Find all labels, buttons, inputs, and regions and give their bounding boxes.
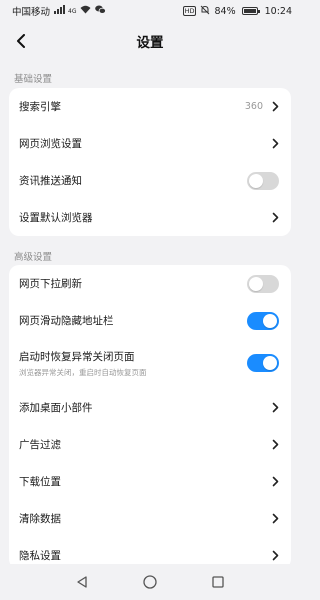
setting-row-hide-address-bar: 网页滑动隐藏地址栏 — [9, 302, 291, 339]
settings-card-advanced: 网页下拉刷新 网页滑动隐藏地址栏 启动时恢复异常关闭页面 浏览器异常关闭，重启时… — [9, 265, 291, 569]
back-triangle-icon — [77, 576, 87, 588]
recents-square-icon — [212, 576, 224, 588]
hd-badge: HD — [182, 6, 197, 16]
section-label-basic: 基础设置 — [14, 74, 53, 85]
setting-row-add-widget[interactable]: 添加桌面小部件 — [9, 389, 291, 426]
row-label: 资讯推送通知 — [19, 175, 82, 187]
row-label: 网页浏览设置 — [19, 138, 82, 150]
setting-row-web-browsing[interactable]: 网页浏览设置 — [9, 125, 291, 162]
nav-home-button[interactable] — [141, 573, 159, 591]
carrier-name: 中国移动 — [12, 7, 51, 18]
nav-recents-button[interactable] — [209, 573, 227, 591]
setting-row-search-engine[interactable]: 搜索引擎 360 — [9, 88, 291, 125]
row-sublabel: 浏览器异常关闭，重启时自动恢复页面 — [19, 367, 147, 377]
search-engine-value: 360 — [244, 101, 263, 112]
row-label: 清除数据 — [19, 513, 61, 525]
section-label-advanced: 高级设置 — [14, 252, 53, 263]
back-arrow-icon — [17, 34, 25, 48]
setting-row-ad-filter[interactable]: 广告过滤 — [9, 426, 291, 463]
status-left: 中国移动 4G — [12, 4, 107, 18]
settings-card-basic: 搜索引擎 360 网页浏览设置 资讯推送通知 设置默认浏览器 — [9, 88, 291, 236]
back-button[interactable] — [10, 30, 32, 52]
header: 设置 — [0, 24, 300, 58]
chevron-right-icon — [271, 212, 279, 224]
chevron-right-icon — [271, 513, 279, 525]
row-label: 网页下拉刷新 — [19, 278, 82, 290]
row-label: 搜索引擎 — [19, 101, 61, 113]
network-type: 4G — [68, 7, 77, 15]
chevron-right-icon — [271, 550, 279, 562]
chevron-right-icon — [271, 439, 279, 451]
system-nav-bar — [0, 564, 300, 600]
chevron-right-icon — [271, 476, 279, 488]
setting-row-restore-pages: 启动时恢复异常关闭页面 浏览器异常关闭，重启时自动恢复页面 — [9, 339, 291, 387]
setting-row-clear-data[interactable]: 清除数据 — [9, 500, 291, 537]
restore-pages-toggle[interactable] — [247, 354, 279, 372]
battery-percent: 84% — [214, 5, 236, 17]
status-right: HD 84% 10:24 — [182, 5, 292, 18]
row-label: 添加桌面小部件 — [19, 402, 93, 414]
pull-refresh-toggle[interactable] — [247, 274, 279, 293]
setting-row-default-browser[interactable]: 设置默认浏览器 — [9, 199, 291, 236]
row-label: 广告过滤 — [19, 439, 61, 451]
nav-back-button[interactable] — [73, 573, 91, 591]
status-bar: 中国移动 4G HD 84% 10:24 — [0, 0, 300, 22]
battery-icon — [241, 7, 260, 15]
chevron-right-icon — [271, 138, 279, 150]
setting-row-pull-refresh: 网页下拉刷新 — [9, 265, 291, 302]
setting-row-news-push: 资讯推送通知 — [9, 162, 291, 199]
setting-row-download-location[interactable]: 下载位置 — [9, 463, 291, 500]
wechat-icon — [95, 5, 107, 17]
home-circle-icon — [143, 575, 157, 589]
mute-bell-icon — [200, 5, 210, 18]
clock: 10:24 — [264, 5, 292, 17]
row-label: 隐私设置 — [19, 550, 61, 562]
row-label: 设置默认浏览器 — [19, 212, 93, 224]
row-label: 网页滑动隐藏地址栏 — [19, 315, 114, 327]
row-label: 启动时恢复异常关闭页面 — [19, 350, 135, 363]
row-label: 下载位置 — [19, 476, 61, 488]
chevron-right-icon — [271, 402, 279, 414]
wifi-icon — [80, 5, 91, 17]
hide-address-bar-toggle[interactable] — [247, 311, 279, 330]
page-title: 设置 — [136, 35, 164, 51]
news-push-toggle[interactable] — [247, 171, 279, 190]
signal-icon — [54, 5, 66, 17]
chevron-right-icon — [271, 101, 279, 113]
